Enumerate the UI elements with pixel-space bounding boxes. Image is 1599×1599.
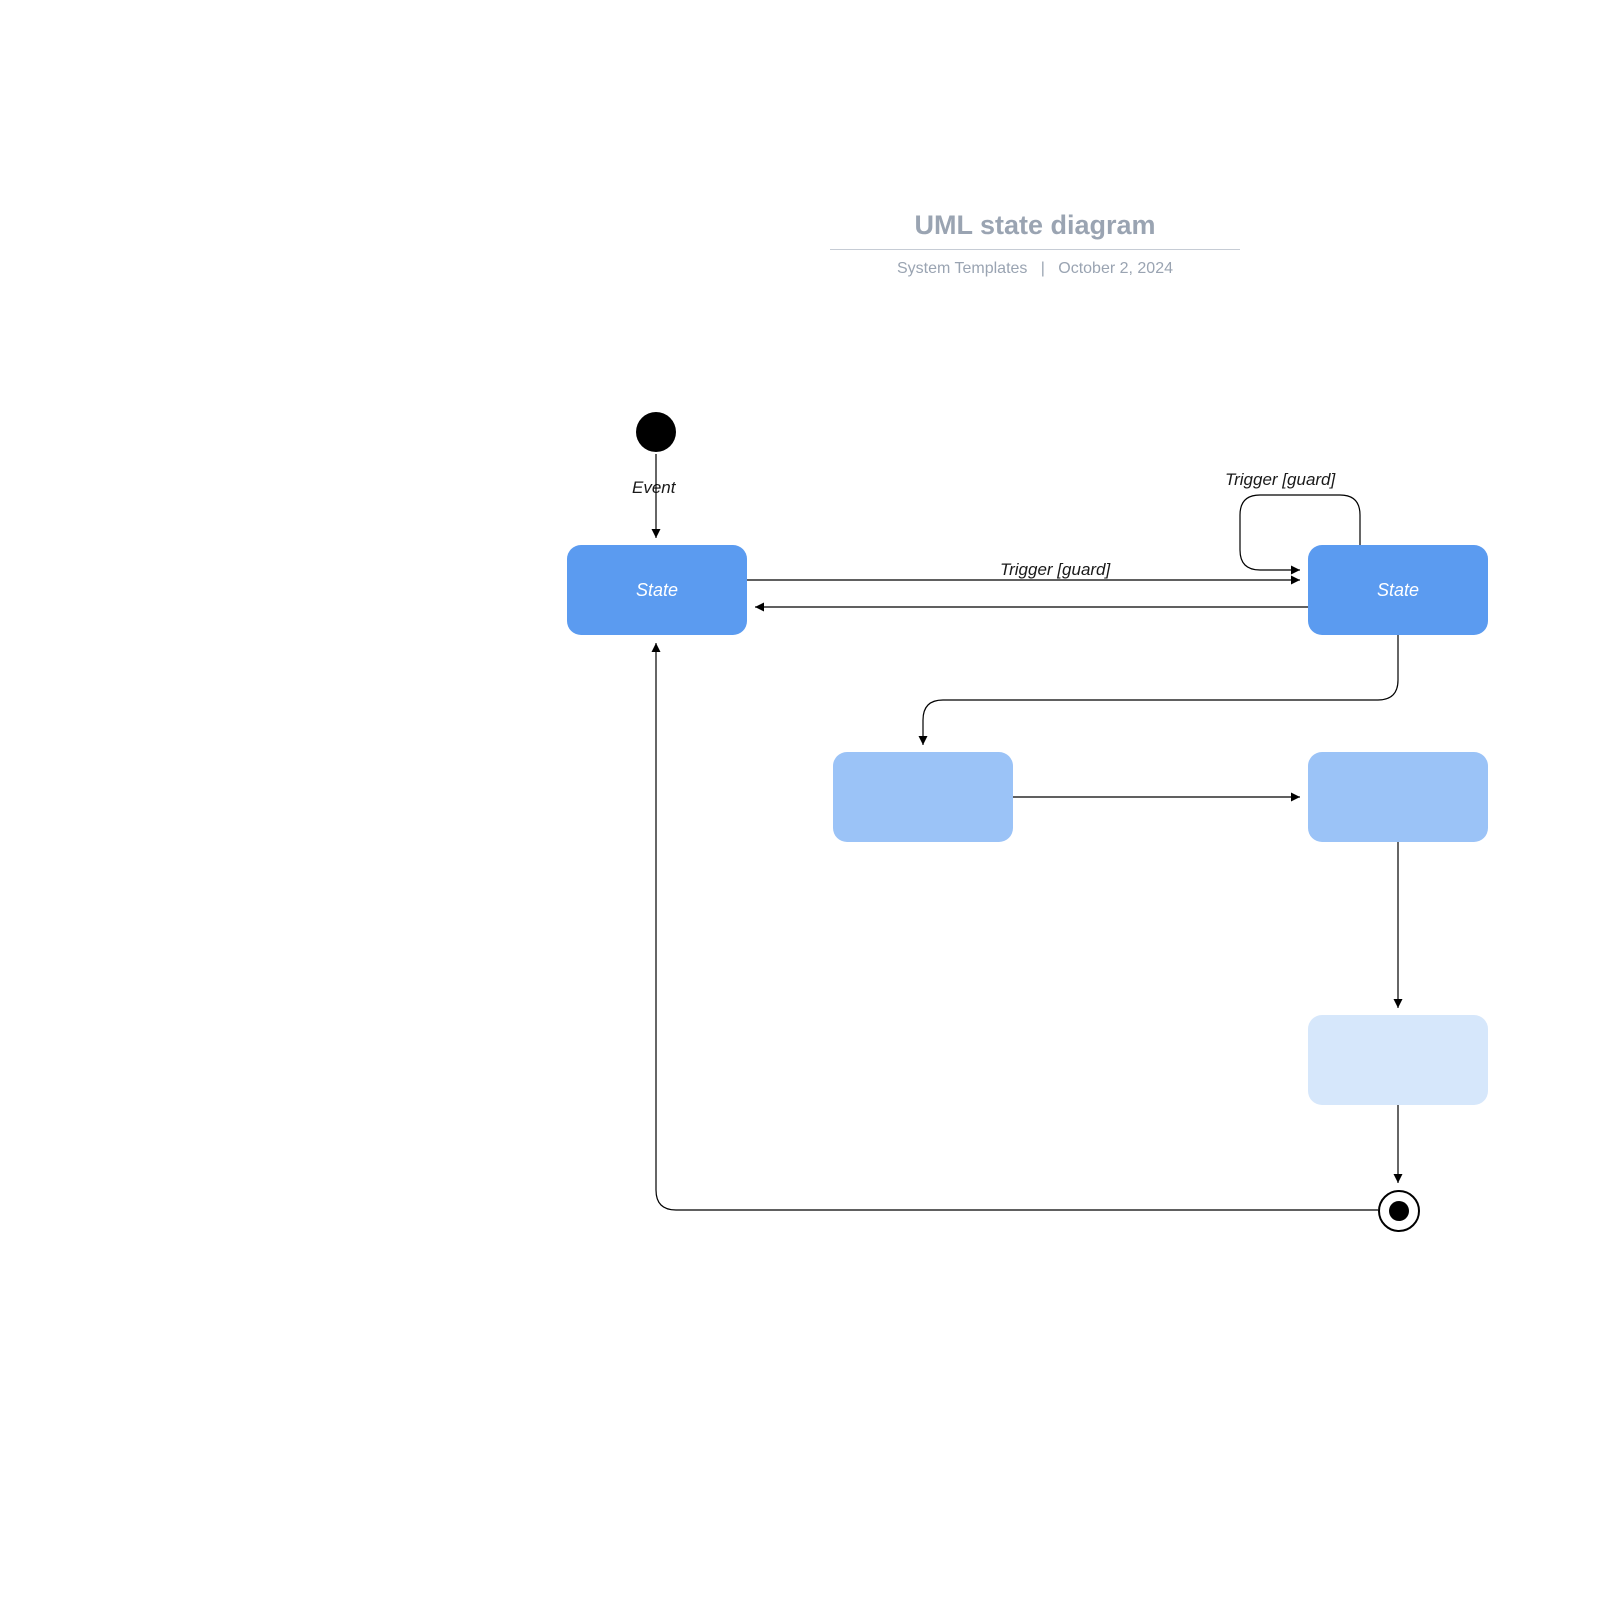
state-node-4 <box>1308 752 1488 842</box>
final-state-inner-icon <box>1389 1201 1409 1221</box>
diagram-title: UML state diagram <box>830 210 1240 249</box>
state-label-1: State <box>636 580 678 601</box>
initial-state-icon <box>636 412 676 452</box>
subtitle-sep: | <box>1032 260 1054 277</box>
state-node-2: State <box>1308 545 1488 635</box>
state-node-3 <box>833 752 1013 842</box>
title-underline <box>830 249 1240 250</box>
diagram-canvas: UML state diagram System Templates | Oct… <box>0 0 1599 1599</box>
edge-label-event: Event <box>632 478 675 498</box>
edge-label-selfloop: Trigger [guard] <box>1225 470 1335 490</box>
state-node-5 <box>1308 1015 1488 1105</box>
edge-label-trigger: Trigger [guard] <box>1000 560 1110 580</box>
diagram-subtitle: System Templates | October 2, 2024 <box>830 260 1240 278</box>
subtitle-left: System Templates <box>897 260 1027 277</box>
title-block: UML state diagram System Templates | Oct… <box>830 210 1240 278</box>
state-node-1: State <box>567 545 747 635</box>
subtitle-right: October 2, 2024 <box>1058 260 1173 277</box>
state-label-2: State <box>1377 580 1419 601</box>
final-state-icon <box>1378 1190 1420 1232</box>
